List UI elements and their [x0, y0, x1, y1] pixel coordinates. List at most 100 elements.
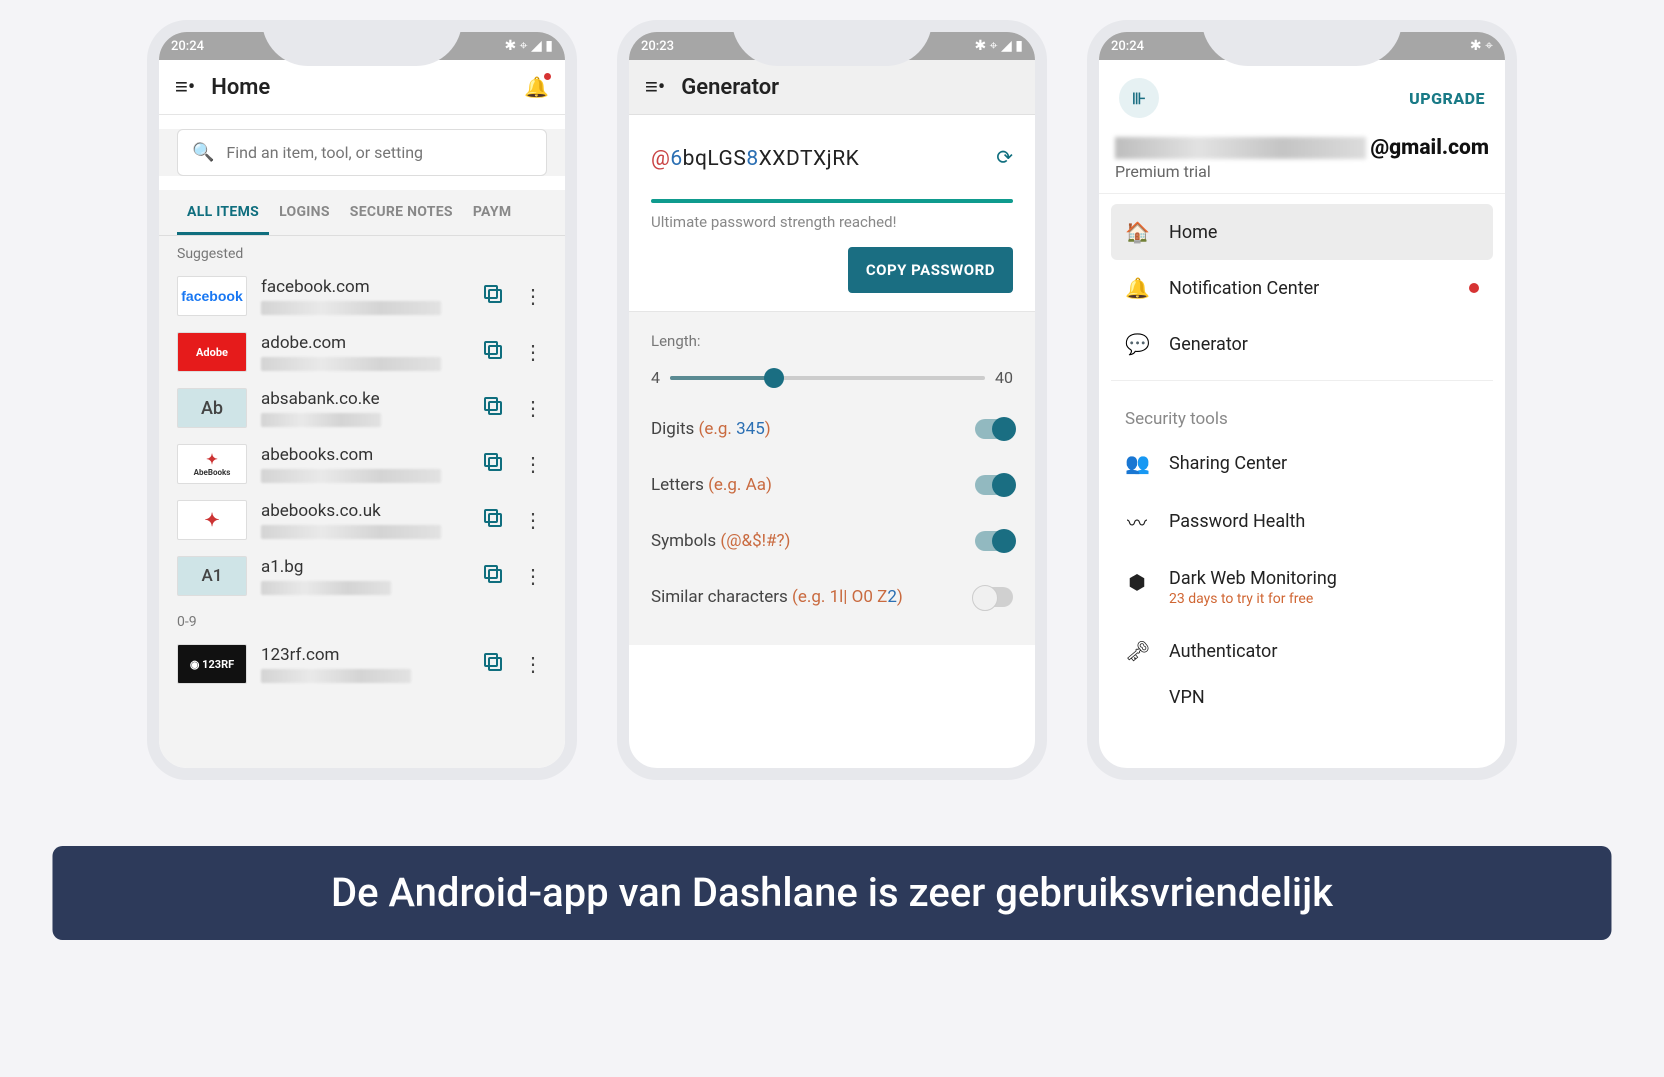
upgrade-button[interactable]: UPGRADE	[1409, 89, 1485, 108]
tab-all-items[interactable]: ALL ITEMS	[177, 190, 269, 235]
login-item[interactable]: ◉ 123RF 123rf.com ⋮	[159, 636, 565, 692]
login-item[interactable]: ✦AbeBooks abebooks.com ⋮	[159, 436, 565, 492]
app-bar: ≡• Generator	[629, 60, 1035, 115]
nav-label: Generator	[1169, 334, 1248, 355]
more-icon[interactable]: ⋮	[519, 508, 547, 532]
health-icon: 〰	[1125, 507, 1149, 536]
divider	[1111, 380, 1493, 381]
blurred-username	[261, 581, 391, 595]
nav-sharing-center[interactable]: 👥 Sharing Center	[1111, 435, 1493, 491]
login-item[interactable]: ✦ abebooks.co.uk ⋮	[159, 492, 565, 548]
drawer-header: ⊪ UPGRADE	[1099, 60, 1505, 128]
login-item[interactable]: facebook facebook.com ⋮	[159, 268, 565, 324]
site-domain: adobe.com	[261, 333, 467, 353]
copy-password-button[interactable]: COPY PASSWORD	[848, 247, 1013, 293]
site-logo: Adobe	[177, 332, 247, 372]
more-icon[interactable]: ⋮	[519, 652, 547, 676]
search-icon: 🔍	[192, 142, 214, 163]
phone-screenshot-generator: 20:23 ✱ ⌖ ◢ ▮ ≡• Generator @6bqLGS8XXDTX…	[617, 20, 1047, 780]
page-title: Home	[211, 75, 270, 100]
status-icons: ✱ ⌖ ◢ ▮	[974, 38, 1023, 54]
login-item[interactable]: Adobe adobe.com ⋮	[159, 324, 565, 380]
nav-password-health[interactable]: 〰 Password Health	[1111, 491, 1493, 552]
blurred-username	[261, 357, 441, 371]
items-list[interactable]: Suggested facebook facebook.com ⋮ Adobe …	[159, 236, 565, 780]
login-item[interactable]: Ab absabank.co.ke ⋮	[159, 380, 565, 436]
drawer-nav: 🏠 Home 🔔 Notification Center 💬 Generator…	[1111, 204, 1493, 724]
blurred-username	[261, 469, 441, 483]
blurred-username	[261, 413, 381, 427]
more-icon[interactable]: ⋮	[519, 396, 547, 420]
section-header-09: 0-9	[159, 604, 565, 636]
phone-notch	[262, 20, 462, 66]
search-input[interactable]	[226, 143, 532, 162]
login-item[interactable]: A1 a1.bg ⋮	[159, 548, 565, 604]
copy-icon[interactable]	[481, 562, 505, 590]
status-time: 20:24	[171, 39, 204, 54]
length-label: Length:	[651, 332, 1013, 350]
status-icons: ✱ ⌖	[1470, 38, 1493, 54]
nav-authenticator[interactable]: 🗝 Authenticator	[1111, 623, 1493, 679]
home-icon: 🏠	[1125, 220, 1149, 244]
copy-icon[interactable]	[481, 338, 505, 366]
section-header-suggested: Suggested	[159, 236, 565, 268]
option-symbols: Symbols (@&$!#?)	[651, 513, 1013, 569]
site-logo: ◉ 123RF	[177, 644, 247, 684]
category-tabs: ALL ITEMS LOGINS SECURE NOTES PAYM	[159, 190, 565, 236]
toggle-similar[interactable]	[975, 587, 1013, 607]
generator-options: Length: 4 40 Digits (e.g. 345) Letters (…	[629, 312, 1035, 645]
toggle-symbols[interactable]	[975, 531, 1013, 551]
nav-label-group: Dark Web Monitoring 23 days to try it fo…	[1169, 568, 1337, 607]
search-field[interactable]: 🔍	[177, 129, 547, 176]
site-logo: ✦	[177, 500, 247, 540]
nav-home[interactable]: 🏠 Home	[1111, 204, 1493, 260]
refresh-icon[interactable]: ⟳	[996, 145, 1013, 169]
bell-icon: 🔔	[1125, 276, 1149, 300]
nav-label: Dark Web Monitoring	[1169, 568, 1337, 589]
phone-screenshot-home: 20:24 ✱ ⌖ ◢ ▮ ≡• Home 🔔 🔍 ALL ITEMS LOGI…	[147, 20, 577, 780]
nav-generator[interactable]: 💬 Generator	[1111, 316, 1493, 372]
toggle-digits[interactable]	[975, 419, 1013, 439]
status-time: 20:24	[1111, 39, 1144, 54]
site-domain: abebooks.com	[261, 445, 467, 465]
authenticator-icon: 🗝	[1125, 639, 1149, 663]
strength-text: Ultimate password strength reached!	[651, 213, 1013, 231]
menu-icon[interactable]: ≡•	[645, 74, 665, 100]
status-icons: ✱ ⌖ ◢ ▮	[504, 38, 553, 54]
site-domain: 123rf.com	[261, 645, 467, 665]
strength-meter	[651, 199, 1013, 203]
copy-icon[interactable]	[481, 282, 505, 310]
generated-password: @6bqLGS8XXDTXjRK	[651, 143, 859, 171]
toggle-letters[interactable]	[975, 475, 1013, 495]
tab-secure-notes[interactable]: SECURE NOTES	[340, 190, 463, 235]
site-domain: abebooks.co.uk	[261, 501, 467, 521]
length-slider[interactable]	[670, 376, 985, 380]
menu-icon[interactable]: ≡•	[175, 74, 195, 100]
nav-label: Password Health	[1169, 511, 1305, 532]
copy-icon[interactable]	[481, 506, 505, 534]
more-icon[interactable]: ⋮	[519, 564, 547, 588]
phone-notch	[732, 20, 932, 66]
blurred-username	[261, 525, 441, 539]
more-icon[interactable]: ⋮	[519, 284, 547, 308]
notifications-icon[interactable]: 🔔	[524, 75, 549, 99]
blurred-username	[261, 301, 441, 315]
option-letters: Letters (e.g. Aa)	[651, 457, 1013, 513]
copy-icon[interactable]	[481, 394, 505, 422]
more-icon[interactable]: ⋮	[519, 340, 547, 364]
password-card: @6bqLGS8XXDTXjRK ⟳ Ultimate password str…	[629, 115, 1035, 312]
tab-logins[interactable]: LOGINS	[269, 190, 340, 235]
site-logo: facebook	[177, 276, 247, 316]
nav-vpn[interactable]: VPN	[1111, 679, 1493, 724]
copy-icon[interactable]	[481, 450, 505, 478]
nav-dark-web[interactable]: ⬢ Dark Web Monitoring 23 days to try it …	[1111, 552, 1493, 623]
nav-subtext: 23 days to try it for free	[1169, 591, 1337, 607]
app-bar: ≡• Home 🔔	[159, 60, 565, 115]
nav-notification-center[interactable]: 🔔 Notification Center	[1111, 260, 1493, 316]
more-icon[interactable]: ⋮	[519, 452, 547, 476]
site-domain: a1.bg	[261, 557, 467, 577]
nav-label: Sharing Center	[1169, 453, 1287, 474]
tab-payments[interactable]: PAYM	[463, 190, 522, 235]
phone-notch	[1202, 20, 1402, 66]
copy-icon[interactable]	[481, 650, 505, 678]
